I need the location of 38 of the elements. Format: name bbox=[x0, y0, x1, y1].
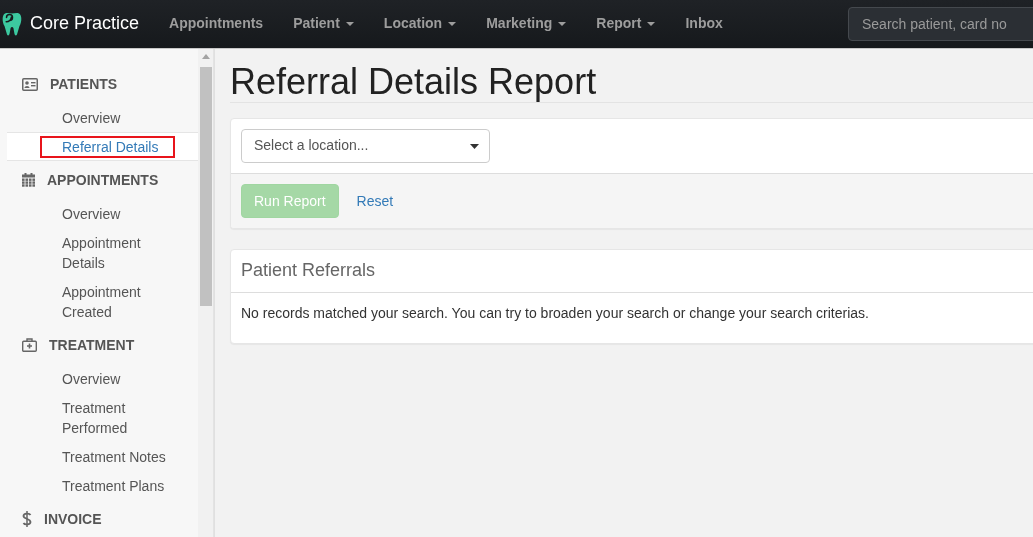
nav-menu-link[interactable]: Location bbox=[368, 0, 472, 48]
medical-kit-icon bbox=[22, 338, 37, 352]
brand-link[interactable]: Core Practice bbox=[0, 0, 155, 48]
caret-icon bbox=[558, 22, 567, 26]
sidebar-link[interactable]: Appointment Created bbox=[7, 277, 198, 326]
sidebar-link[interactable]: Overview bbox=[7, 103, 198, 132]
nav-menu-link[interactable]: Appointments bbox=[154, 0, 279, 48]
section-heading: PATIENTS bbox=[50, 75, 118, 94]
caret-icon bbox=[470, 143, 479, 149]
sidebar-link[interactable]: Overview bbox=[7, 199, 198, 228]
section-heading: INVOICE bbox=[44, 510, 102, 529]
search-field[interactable]: Search patient, card no bbox=[848, 7, 1033, 41]
nav-menu-link[interactable]: Inbox bbox=[670, 0, 738, 48]
nav-menu-link[interactable]: Marketing bbox=[471, 0, 582, 48]
scroll-up-arrow-icon[interactable] bbox=[201, 54, 210, 59]
nav-menu-link[interactable]: Report bbox=[581, 0, 671, 48]
sidebar-link[interactable]: Treatment Performed bbox=[7, 393, 198, 442]
caret-icon bbox=[647, 22, 656, 26]
sidebar-link[interactable]: Treatment Plans bbox=[7, 471, 198, 500]
sidebar-link[interactable]: Appointment Details bbox=[7, 228, 198, 277]
dollar-icon bbox=[22, 511, 32, 527]
nav-menu-link[interactable]: Patient bbox=[278, 0, 369, 48]
sidebar-link[interactable]: Treatment Notes bbox=[7, 442, 198, 471]
reset-link[interactable]: Reset bbox=[344, 185, 406, 217]
sidebar-link[interactable]: Referral Details bbox=[7, 132, 198, 161]
location-select[interactable]: Select a location... bbox=[241, 129, 490, 163]
caret-icon bbox=[448, 22, 457, 26]
sidebar-link[interactable]: Overview bbox=[7, 364, 198, 393]
scrollbar-thumb[interactable] bbox=[199, 67, 212, 306]
section-heading: TREATMENT bbox=[49, 336, 135, 355]
panel-title: Patient Referrals bbox=[241, 260, 376, 280]
calendar-icon bbox=[22, 173, 35, 187]
section-heading: APPOINTMENTS bbox=[47, 171, 159, 190]
id-card-icon bbox=[22, 77, 38, 91]
tooth-logo-icon bbox=[2, 12, 22, 36]
empty-results-message: No records matched your search. You can try to broaden your search or change your search criterias. bbox=[240, 304, 870, 323]
page-title: Referral Details Report bbox=[230, 62, 597, 102]
caret-icon bbox=[345, 22, 354, 26]
